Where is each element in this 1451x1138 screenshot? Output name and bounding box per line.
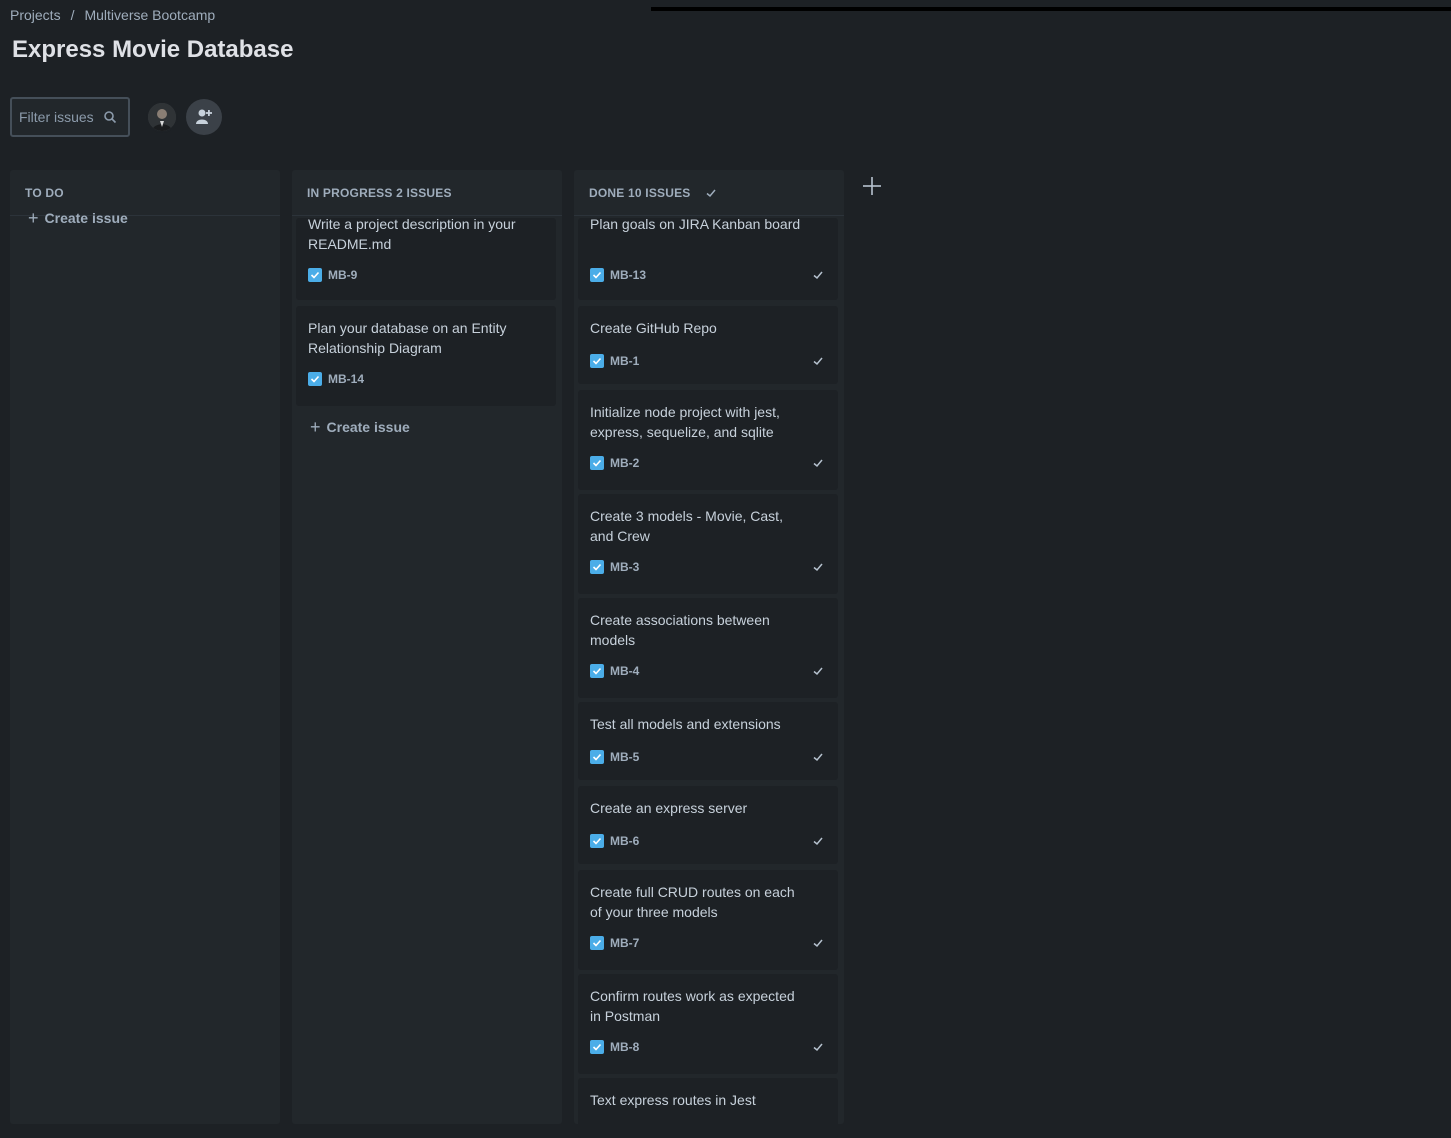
issue-summary: Create an express server [590,800,748,816]
issue-key[interactable]: MB-1 [610,354,639,368]
breadcrumb: Projects / Multiverse Bootcamp [10,7,215,23]
issue-card-mb-9[interactable]: Write a project description in your READ… [296,216,556,300]
issue-card-mb-6[interactable]: Create an express server MB-6 [578,786,838,864]
issue-card-mb-2[interactable]: Initialize node project with jest, expre… [578,390,838,490]
task-checkbox-icon [590,936,604,950]
done-check-icon [813,357,823,366]
task-checkbox-icon [308,372,322,386]
task-checkbox-icon [590,750,604,764]
issue-card-mb-13[interactable]: Plan goals on JIRA Kanban board MB-13 [578,216,838,300]
issue-card-mb-3[interactable]: Create 3 models - Movie, Cast, and Crew M… [578,494,838,594]
issue-key[interactable]: MB-13 [610,268,646,282]
plus-icon [863,177,881,195]
issue-summary: Initialize node project with jest, expre… [590,404,780,440]
task-checkbox-icon [590,560,604,574]
issue-card-mb-14[interactable]: Plan your database on an Entity Relation… [296,306,556,406]
column-title-in-progress: IN PROGRESS 2 ISSUES [307,185,452,200]
issue-meta: MB-3 [590,560,639,574]
issue-summary: Test all models and extensions [590,716,781,732]
issue-meta: MB-14 [308,372,364,386]
issue-key[interactable]: MB-5 [610,750,639,764]
add-column-button[interactable] [860,174,884,198]
add-people-button[interactable] [186,99,222,135]
issue-card-mb-7[interactable]: Create full CRUD routes on each of your … [578,870,838,970]
add-person-icon [196,109,212,124]
issue-key[interactable]: MB-3 [610,560,639,574]
issue-meta: MB-4 [590,664,639,678]
issue-meta: MB-9 [308,268,357,282]
issue-summary: Create associations between models [590,612,770,648]
column-header-done: DONE 10 ISSUES [574,170,844,216]
issue-key[interactable]: MB-2 [610,456,639,470]
task-checkbox-icon [590,268,604,282]
issue-summary: Confirm routes work as expected in Postm… [590,988,795,1024]
issue-meta: MB-7 [590,936,639,950]
top-edge-bar [651,7,1451,11]
issue-summary: Plan your database on an Entity Relation… [308,320,507,356]
column-in-progress: IN PROGRESS 2 ISSUES Write a project des… [292,170,562,1124]
done-check-icon [813,753,823,762]
issue-card-mb-8[interactable]: Confirm routes work as expected in Postm… [578,974,838,1074]
filter-issues-input[interactable] [19,109,101,125]
plus-icon: + [310,417,321,437]
issue-summary: Plan goals on JIRA Kanban board [590,216,801,232]
task-checkbox-icon [590,456,604,470]
issue-meta: MB-1 [590,354,639,368]
done-check-icon [813,667,823,676]
breadcrumb-separator: / [70,7,75,23]
column-header-in-progress: IN PROGRESS 2 ISSUES [292,170,562,216]
breadcrumb-project-link[interactable]: Multiverse Bootcamp [84,7,215,23]
issue-meta: MB-2 [590,456,639,470]
issue-meta: MB-5 [590,750,639,764]
issue-meta: MB-8 [590,1040,639,1054]
task-checkbox-icon [590,354,604,368]
search-icon [104,111,117,124]
issue-key[interactable]: MB-9 [328,268,357,282]
create-issue-button-in-progress[interactable]: + Create issue [310,417,410,437]
column-title-done: DONE 10 ISSUES [589,185,691,200]
issue-key[interactable]: MB-8 [610,1040,639,1054]
breadcrumb-projects-link[interactable]: Projects [10,7,61,23]
issue-key[interactable]: MB-7 [610,936,639,950]
done-check-icon [813,837,823,846]
issue-card-mb-5[interactable]: Test all models and extensions MB-5 [578,702,838,780]
filter-issues-field[interactable] [10,97,130,137]
issue-key[interactable]: MB-6 [610,834,639,848]
issue-card-mb-1[interactable]: Create GitHub Repo MB-1 [578,306,838,384]
done-check-icon [813,459,823,468]
user-avatar[interactable] [146,101,178,133]
issue-meta: MB-6 [590,834,639,848]
issue-key[interactable]: MB-14 [328,372,364,386]
issue-summary: Create GitHub Repo [590,320,717,336]
issue-summary: Write a project description in your READ… [308,216,516,252]
create-issue-label: Create issue [44,210,128,226]
done-check-icon [813,939,823,948]
user-photo-icon [148,103,176,131]
issue-summary: Create 3 models - Movie, Cast, and Crew [590,508,783,544]
column-done: DONE 10 ISSUES Plan goals on JIRA Kanban… [574,170,844,1138]
create-issue-label: Create issue [326,419,410,435]
issue-card[interactable]: Text express routes in Jest [578,1078,838,1138]
page-title: Express Movie Database [12,36,294,63]
done-check-icon [813,1043,823,1052]
column-title-todo: TO DO [25,185,64,200]
issue-summary: Text express routes in Jest [590,1092,756,1108]
column-todo: TO DO + Create issue [10,170,280,1124]
task-checkbox-icon [590,664,604,678]
task-checkbox-icon [308,268,322,282]
issue-summary: Create full CRUD routes on each of your … [590,884,795,920]
task-checkbox-icon [590,834,604,848]
issue-card-mb-4[interactable]: Create associations between models MB-4 [578,598,838,698]
done-check-icon [813,563,823,572]
issue-key[interactable]: MB-4 [610,664,639,678]
task-checkbox-icon [590,1040,604,1054]
plus-icon: + [28,208,39,228]
create-issue-button-todo[interactable]: + Create issue [28,208,128,228]
issue-meta: MB-13 [590,268,646,282]
done-check-icon [706,189,716,197]
done-check-icon [813,271,823,280]
